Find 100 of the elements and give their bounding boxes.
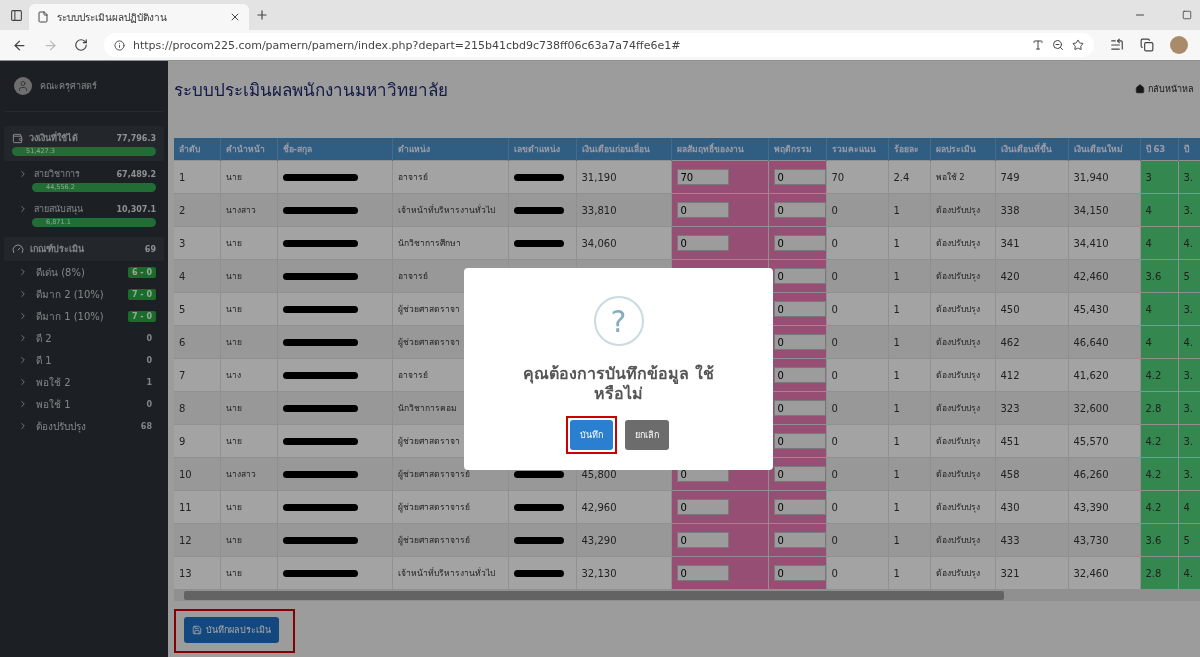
page-icon xyxy=(37,11,49,23)
score-input[interactable]: 0 xyxy=(773,202,825,218)
table-cell: 45,430 xyxy=(1068,292,1140,326)
criteria-item[interactable]: พอใช้ 2 xyxy=(36,374,71,390)
table-cell: 4. xyxy=(1178,325,1200,359)
table-cell: 458 xyxy=(995,457,1068,491)
table-cell: 1 xyxy=(888,457,930,491)
score-input[interactable]: 0 xyxy=(773,268,825,284)
budget-label[interactable]: สายวิชาการ xyxy=(34,167,80,181)
criteria-item[interactable]: ดี 2 xyxy=(36,330,52,346)
table-cell: ต้องปรับปรุง xyxy=(930,490,995,524)
score-input[interactable]: 0 xyxy=(676,235,729,251)
read-aloud-icon[interactable] xyxy=(1032,39,1044,51)
score-input[interactable]: 0 xyxy=(676,202,729,218)
table-cell: 4 xyxy=(1140,226,1178,260)
table-cell: ต้องปรับปรุง xyxy=(930,391,995,425)
collections-icon[interactable] xyxy=(1140,38,1154,52)
score-input[interactable]: 0 xyxy=(773,532,825,548)
criteria-item[interactable]: ดี 1 xyxy=(36,352,52,368)
table-cell: 1 xyxy=(888,358,930,392)
address-bar[interactable]: https://procom225.com/pamern/pamern/index.php?depart=215b41cbd9c738ff06c63a7a74ffe6e1# xyxy=(104,33,1094,57)
score-input[interactable]: 0 xyxy=(773,334,825,350)
table-cell: 43,730 xyxy=(1068,523,1140,557)
score-input[interactable]: 0 xyxy=(773,301,825,317)
table-cell: เจ้าหน้าที่บริหารงานทั่วไป xyxy=(392,556,508,589)
score-input[interactable]: 0 xyxy=(773,565,825,581)
score-input[interactable]: 0 xyxy=(676,565,729,581)
zoom-out-icon[interactable] xyxy=(1052,39,1064,51)
table-cell: 3. xyxy=(1178,424,1200,458)
budget-label[interactable]: สายสนับสนุน xyxy=(34,202,83,216)
table-cell: 4.2 xyxy=(1140,424,1178,458)
score-input[interactable]: 0 xyxy=(773,433,825,449)
table-cell: เจ้าหน้าที่บริหารงานทั่วไป xyxy=(392,193,508,227)
column-header: ปี 63 xyxy=(1140,138,1178,161)
score-input[interactable]: 0 xyxy=(773,499,825,515)
tab-actions-icon[interactable] xyxy=(10,8,23,22)
score-input[interactable]: 0 xyxy=(773,367,825,383)
back-home-link[interactable]: กลับหน้าหล xyxy=(1135,82,1194,96)
horizontal-scrollbar[interactable] xyxy=(174,589,1200,601)
table-cell: 1 xyxy=(888,424,930,458)
table-cell: ต้องปรับปรุง xyxy=(930,457,995,491)
restore-icon[interactable] xyxy=(1182,10,1192,20)
home-icon xyxy=(1135,84,1145,94)
star-icon[interactable] xyxy=(1072,39,1084,51)
reload-icon[interactable] xyxy=(74,38,88,52)
score-input[interactable]: 0 xyxy=(773,169,825,185)
score-input[interactable]: 0 xyxy=(773,466,825,482)
table-cell: ต้องปรับปรุง xyxy=(930,424,995,458)
new-tab-icon[interactable] xyxy=(255,8,269,22)
criteria-item[interactable]: ดีมาก 1 (10%) xyxy=(36,308,104,324)
favorites-icon[interactable] xyxy=(1110,38,1124,52)
table-cell: 4 xyxy=(174,259,220,293)
table-cell: 0 xyxy=(826,556,888,589)
table-cell: 41,620 xyxy=(1068,358,1140,392)
table-cell: นาย xyxy=(220,292,277,326)
count-badge: 7 - 0 xyxy=(127,288,156,300)
table-cell: 0 xyxy=(826,292,888,326)
score-input[interactable]: 0 xyxy=(773,400,825,416)
table-cell: 4. xyxy=(1178,226,1200,260)
column-header: ผลสัมฤทธิ์ของงาน xyxy=(671,138,768,161)
count-badge: 6 - 0 xyxy=(127,266,156,278)
save-results-button[interactable]: บันทึกผลประเมิน xyxy=(184,617,279,643)
table-cell: นาย xyxy=(220,391,277,425)
table-cell: 32,130 xyxy=(576,556,671,589)
table-cell: 3. xyxy=(1178,358,1200,392)
table-cell: 46,260 xyxy=(1068,457,1140,491)
criteria-item[interactable]: พอใช้ 1 xyxy=(36,396,71,412)
table-cell: 4.2 xyxy=(1140,457,1178,491)
criteria-item[interactable]: ดีมาก 2 (10%) xyxy=(36,286,104,302)
score-input[interactable]: 0 xyxy=(676,499,729,515)
info-icon xyxy=(114,39,125,51)
table-cell: 0 xyxy=(826,424,888,458)
user-name: คณะครุศาสตร์ xyxy=(40,80,97,93)
table-cell: 1 xyxy=(174,160,220,194)
table-cell: ผู้ช่วยศาสตราจารย์ xyxy=(392,490,508,524)
criteria-item[interactable]: ดีเด่น (8%) xyxy=(36,264,85,280)
table-cell: ต้องปรับปรุง xyxy=(930,325,995,359)
table-cell: 412 xyxy=(995,358,1068,392)
table-cell: 11 xyxy=(174,490,220,524)
table-cell: ผู้ช่วยศาสตราจารย์ xyxy=(392,523,508,557)
browser-tab[interactable]: ระบบประเมินผลปฏิบัติงาน xyxy=(29,4,249,30)
cancel-button[interactable]: ยกเลิก xyxy=(625,420,669,450)
table-cell: 0 xyxy=(826,490,888,524)
table-cell: 341 xyxy=(995,226,1068,260)
criteria-item[interactable]: ต้องปรับปรุง xyxy=(36,418,86,434)
score-input[interactable]: 70 xyxy=(676,169,729,185)
table-cell: 0 xyxy=(826,457,888,491)
close-icon[interactable] xyxy=(229,11,241,23)
save-button[interactable]: บันทึก xyxy=(570,420,613,450)
table-cell: 2.8 xyxy=(1140,391,1178,425)
chevron-icon xyxy=(18,289,28,299)
score-input[interactable]: 0 xyxy=(676,532,729,548)
profile-avatar[interactable] xyxy=(1170,36,1188,54)
table-cell: 4 xyxy=(1140,325,1178,359)
chevron-icon xyxy=(18,377,28,387)
budget-label: วงเงินที่ใช้ได้ xyxy=(29,131,78,145)
score-input[interactable]: 0 xyxy=(773,235,825,251)
back-icon[interactable] xyxy=(12,37,27,53)
chevron-icon xyxy=(18,333,28,343)
table-cell: 2.8 xyxy=(1140,556,1178,589)
